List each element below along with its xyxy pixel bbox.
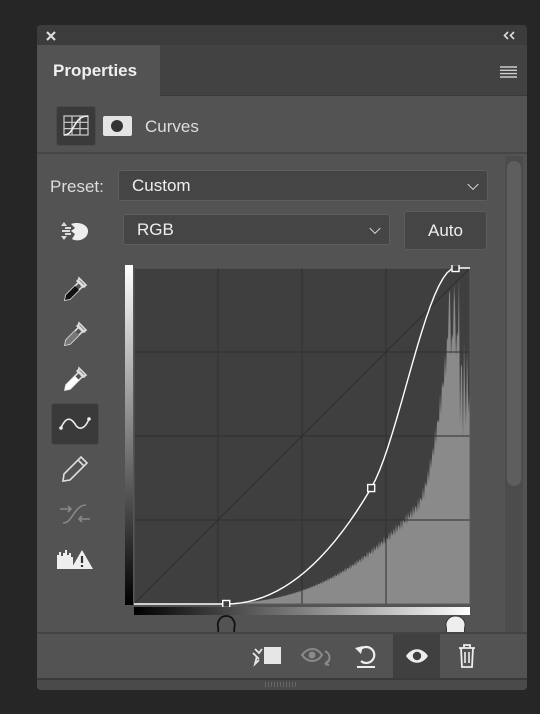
scrollbar-track[interactable] bbox=[505, 156, 523, 632]
tab-properties[interactable]: Properties bbox=[37, 45, 160, 96]
properties-panel: Properties Curves Preset: Custom RGB Aut… bbox=[37, 25, 527, 690]
tab-bar: Properties bbox=[37, 45, 527, 96]
curves-graph[interactable] bbox=[125, 265, 485, 635]
curve-point[interactable] bbox=[366, 483, 376, 493]
on-image-adjustment-icon[interactable] bbox=[59, 219, 91, 245]
auto-button[interactable]: Auto bbox=[404, 211, 487, 250]
adjustment-label: Curves bbox=[145, 117, 199, 136]
smooth-curve-icon bbox=[60, 504, 90, 524]
pencil-icon bbox=[62, 455, 89, 482]
curves-icon bbox=[63, 115, 89, 136]
hamburger-menu-icon[interactable] bbox=[500, 66, 517, 78]
close-icon[interactable] bbox=[46, 31, 56, 41]
white-point-eyedropper-button[interactable] bbox=[51, 358, 99, 400]
preset-label: Preset: bbox=[50, 177, 104, 196]
curves-icon-button[interactable] bbox=[56, 106, 96, 146]
preset-value: Custom bbox=[132, 175, 191, 195]
double-chevron-left-icon[interactable] bbox=[503, 31, 517, 40]
curve-tools bbox=[51, 268, 99, 580]
clip-to-layer-icon[interactable] bbox=[250, 644, 284, 668]
pencil-button[interactable] bbox=[51, 448, 99, 490]
curve-point[interactable] bbox=[451, 265, 460, 273]
clipping-warning-icon bbox=[57, 550, 93, 569]
curve-points-button[interactable] bbox=[51, 403, 99, 445]
preset-select[interactable]: Custom bbox=[118, 170, 488, 201]
white-point-eyedropper-icon bbox=[63, 366, 88, 392]
output-gradient-bar bbox=[125, 265, 133, 605]
curve-point[interactable] bbox=[222, 599, 231, 609]
mask-icon[interactable] bbox=[103, 116, 132, 136]
clipping-warning-button[interactable] bbox=[51, 538, 99, 580]
trash-icon[interactable] bbox=[456, 642, 478, 670]
visibility-toggle-button[interactable] bbox=[393, 634, 440, 678]
resize-grip[interactable] bbox=[37, 678, 527, 690]
chevron-down-icon bbox=[369, 222, 381, 234]
channel-select[interactable]: RGB bbox=[123, 214, 390, 245]
scrollbar-thumb[interactable] bbox=[507, 161, 521, 486]
black-point-eyedropper-button[interactable] bbox=[51, 268, 99, 310]
view-previous-state-icon[interactable] bbox=[300, 644, 334, 668]
gray-point-eyedropper-icon bbox=[63, 321, 88, 347]
adjustment-header: Curves bbox=[37, 96, 527, 154]
input-gradient-bar bbox=[134, 607, 470, 615]
reset-icon[interactable] bbox=[353, 642, 379, 670]
curve-points-icon bbox=[59, 417, 91, 430]
panel-titlebar bbox=[37, 25, 527, 45]
visibility-eye-icon bbox=[406, 649, 428, 663]
channel-value: RGB bbox=[137, 219, 174, 239]
bottom-toolbar bbox=[37, 632, 527, 678]
black-point-eyedropper-icon bbox=[63, 276, 88, 302]
smooth-curve-button bbox=[51, 493, 99, 535]
chevron-down-icon bbox=[467, 178, 479, 190]
gray-point-eyedropper-button[interactable] bbox=[51, 313, 99, 355]
